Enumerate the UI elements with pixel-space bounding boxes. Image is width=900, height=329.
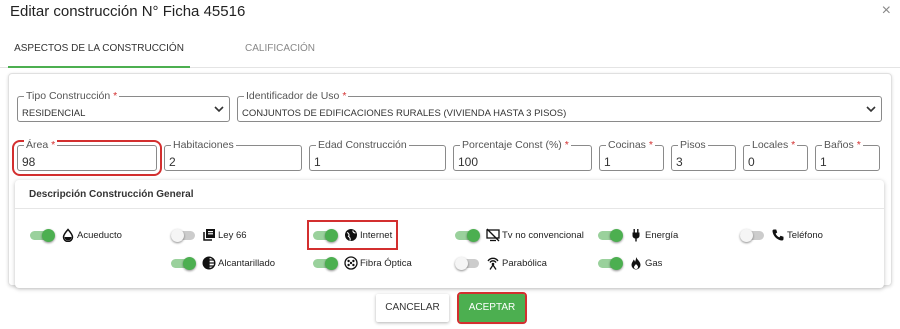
area-input[interactable]: Área * 98 <box>12 139 162 176</box>
habitaciones-input[interactable]: Habitaciones 2 <box>164 139 302 171</box>
service-energia: Energía <box>598 226 678 244</box>
service-gas: Gas <box>598 254 662 272</box>
ley66-toggle[interactable] <box>171 229 197 242</box>
tab-aspectos[interactable]: ASPECTOS DE LA CONSTRUCCIÓN <box>8 36 190 68</box>
gas-toggle[interactable] <box>598 257 624 270</box>
tv-label: Tv no convencional <box>502 229 584 241</box>
fibra-toggle[interactable] <box>313 257 339 270</box>
locales-value: 0 <box>748 155 755 169</box>
services-card-header: Descripción Construcción General <box>15 180 884 209</box>
banos-value: 1 <box>820 155 827 169</box>
service-acueducto: Acueducto <box>30 226 122 244</box>
pisos-input[interactable]: Pisos 3 <box>671 139 736 171</box>
ley66-label: Ley 66 <box>218 229 247 241</box>
tipo-construccion-value: RESIDENCIAL <box>22 108 86 119</box>
service-ley66: Ley 66 <box>171 226 247 244</box>
service-parabolica: Parabólica <box>455 254 547 272</box>
cocinas-value: 1 <box>604 155 611 169</box>
tipo-construccion-select[interactable]: Tipo Construcción * RESIDENCIAL <box>17 90 230 122</box>
energia-label: Energía <box>645 229 679 241</box>
identificador-uso-select[interactable]: Identificador de Uso * CONJUNTOS DE EDIF… <box>237 90 882 122</box>
chevron-down-icon <box>866 106 876 113</box>
internet-toggle[interactable] <box>313 229 339 242</box>
parabolica-toggle[interactable] <box>455 257 481 270</box>
edad-construccion-input[interactable]: Edad Construcción 1 <box>309 139 446 171</box>
service-telefono: Teléfono <box>740 226 823 244</box>
gas-label: Gas <box>645 257 663 269</box>
locales-label: Locales * <box>750 139 798 151</box>
service-internet: Internet <box>306 220 399 250</box>
service-fibra: Fibra Óptica <box>313 254 412 272</box>
services-card: Descripción Construcción General Acueduc… <box>15 180 884 288</box>
satellite-dish-icon <box>487 257 499 270</box>
chevron-down-icon <box>214 106 224 113</box>
area-label: Área * <box>24 139 58 151</box>
fire-icon <box>631 257 641 270</box>
alcantarillado-label: Alcantarillado <box>218 257 276 269</box>
banos-input[interactable]: Baños * 1 <box>815 139 880 171</box>
acueducto-label: Acueducto <box>77 229 122 241</box>
sewer-icon <box>202 256 216 270</box>
locales-input[interactable]: Locales * 0 <box>743 139 808 171</box>
edad-construccion-value: 1 <box>314 155 321 169</box>
power-plug-icon <box>632 229 640 242</box>
banos-label: Baños * <box>822 139 863 151</box>
cocinas-input[interactable]: Cocinas * 1 <box>599 139 664 171</box>
identificador-uso-value: CONJUNTOS DE EDIFICACIONES RURALES (VIVI… <box>242 108 567 119</box>
water-drop-icon <box>62 228 74 242</box>
globe-icon <box>345 229 357 241</box>
phone-icon <box>772 229 784 241</box>
tab-bar: ASPECTOS DE LA CONSTRUCCIÓN CALIFICACIÓN <box>0 36 900 68</box>
parabolica-label: Parabólica <box>502 257 547 269</box>
habitaciones-value: 2 <box>169 155 176 169</box>
porcentaje-const-value: 100 <box>458 155 479 169</box>
services-card-title: Descripción Construcción General <box>29 189 194 200</box>
acueducto-toggle[interactable] <box>30 229 56 242</box>
porcentaje-const-input[interactable]: Porcentaje Const (%) * 100 <box>453 139 592 171</box>
internet-label: Internet <box>360 229 393 241</box>
tv-toggle[interactable] <box>455 229 481 242</box>
area-value: 98 <box>22 155 36 169</box>
close-icon[interactable]: × <box>882 3 891 19</box>
telefono-label: Teléfono <box>787 229 823 241</box>
tab-calificacion[interactable]: CALIFICACIÓN <box>205 36 355 68</box>
tipo-construccion-label: Tipo Construcción * <box>24 90 120 102</box>
alcantarillado-toggle[interactable] <box>171 257 197 270</box>
service-alcantarillado: Alcantarillado <box>171 254 275 272</box>
service-tv: Tv no convencional <box>455 226 584 244</box>
edad-construccion-label: Edad Construcción <box>316 139 409 151</box>
porcentaje-const-label: Porcentaje Const (%) * <box>460 139 571 151</box>
library-books-icon <box>203 229 215 241</box>
pisos-value: 3 <box>676 155 683 169</box>
habitaciones-label: Habitaciones <box>171 139 236 151</box>
tv-off-icon <box>486 228 500 242</box>
dialog-header: Editar construcción N° Ficha 45516 × <box>0 0 900 30</box>
cocinas-label: Cocinas * <box>606 139 655 151</box>
fiber-optic-icon <box>344 256 358 270</box>
accept-button[interactable]: ACEPTAR <box>457 292 527 324</box>
energia-toggle[interactable] <box>598 229 624 242</box>
cancel-button[interactable]: CANCELAR <box>376 294 449 322</box>
identificador-uso-label: Identificador de Uso * <box>244 90 349 102</box>
telefono-toggle[interactable] <box>740 229 766 242</box>
dialog-title: Editar construcción N° Ficha 45516 <box>10 3 246 20</box>
pisos-label: Pisos <box>678 139 708 151</box>
fibra-label: Fibra Óptica <box>360 257 412 269</box>
